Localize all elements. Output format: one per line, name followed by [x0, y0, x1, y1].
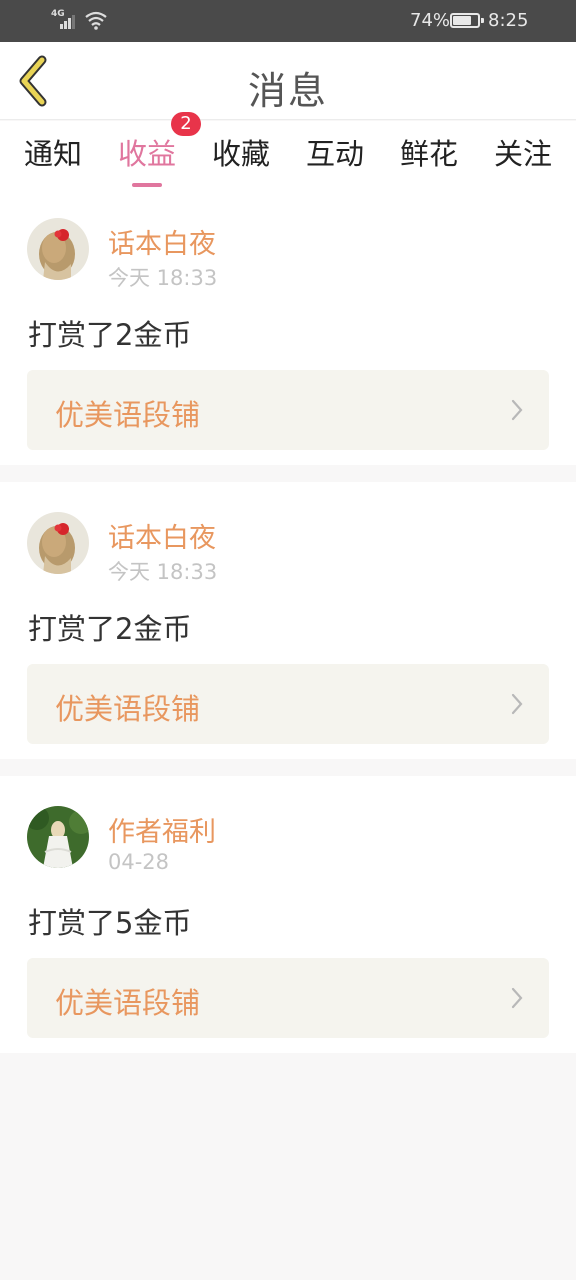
message-text: 打赏了2金币 — [28, 612, 192, 646]
message-text: 打赏了2金币 — [28, 318, 192, 352]
tab-label: 鲜花 — [399, 137, 458, 171]
message-card: 话本白夜 今天 18:33 打赏了2金币 优美语段铺 — [0, 188, 576, 465]
tab-interactions[interactable]: 互动 — [288, 131, 382, 181]
page-title: 消息 — [247, 69, 328, 113]
tab-favorites[interactable]: 收藏 — [194, 131, 288, 181]
message-time: 今天 18:33 — [108, 266, 218, 290]
avatar[interactable] — [27, 512, 89, 574]
status-bar: 4G 74% 8:25 — [0, 0, 576, 42]
sender-name[interactable]: 作者福利 — [108, 810, 216, 849]
tab-label: 通知 — [23, 137, 82, 171]
tab-label: 收藏 — [211, 137, 270, 171]
message-time: 今天 18:33 — [108, 560, 218, 584]
message-text: 打赏了5金币 — [28, 906, 192, 940]
article-title: 优美语段铺 — [55, 986, 201, 1020]
unread-badge: 2 — [171, 112, 201, 136]
sender-name[interactable]: 话本白夜 — [108, 516, 216, 555]
tab-following[interactable]: 关注 — [476, 131, 570, 181]
article-title: 优美语段铺 — [55, 692, 201, 726]
tab-earnings[interactable]: 收益 — [100, 131, 194, 187]
avatar[interactable] — [27, 806, 89, 868]
wifi-icon — [85, 11, 107, 30]
active-tab-indicator — [132, 183, 162, 187]
article-title: 优美语段铺 — [55, 398, 201, 432]
message-time: 04-28 — [108, 850, 170, 874]
avatar[interactable] — [27, 218, 89, 280]
tab-label: 互动 — [305, 137, 364, 171]
tab-label: 收益 — [117, 137, 176, 171]
battery-fill — [453, 16, 471, 25]
chevron-right-icon — [511, 693, 523, 715]
tab-label: 关注 — [493, 137, 552, 171]
article-link[interactable]: 优美语段铺 — [27, 958, 549, 1038]
tab-notifications[interactable]: 通知 — [6, 131, 100, 181]
chevron-right-icon — [511, 399, 523, 421]
article-link[interactable]: 优美语段铺 — [27, 664, 549, 744]
clock: 8:25 — [488, 10, 529, 31]
tab-flowers[interactable]: 鲜花 — [382, 131, 476, 181]
message-card: 作者福利 04-28 打赏了5金币 优美语段铺 — [0, 776, 576, 1053]
chevron-right-icon — [511, 987, 523, 1009]
app-header: 消息 — [0, 42, 576, 120]
message-card: 话本白夜 今天 18:33 打赏了2金币 优美语段铺 — [0, 482, 576, 759]
battery-percent: 74% — [410, 10, 451, 31]
signal-icon — [60, 15, 75, 29]
sender-name[interactable]: 话本白夜 — [108, 222, 216, 261]
tab-bar: 通知 收益 收藏 互动 鲜花 关注 — [0, 121, 576, 188]
article-link[interactable]: 优美语段铺 — [27, 370, 549, 450]
battery-icon — [450, 13, 484, 28]
